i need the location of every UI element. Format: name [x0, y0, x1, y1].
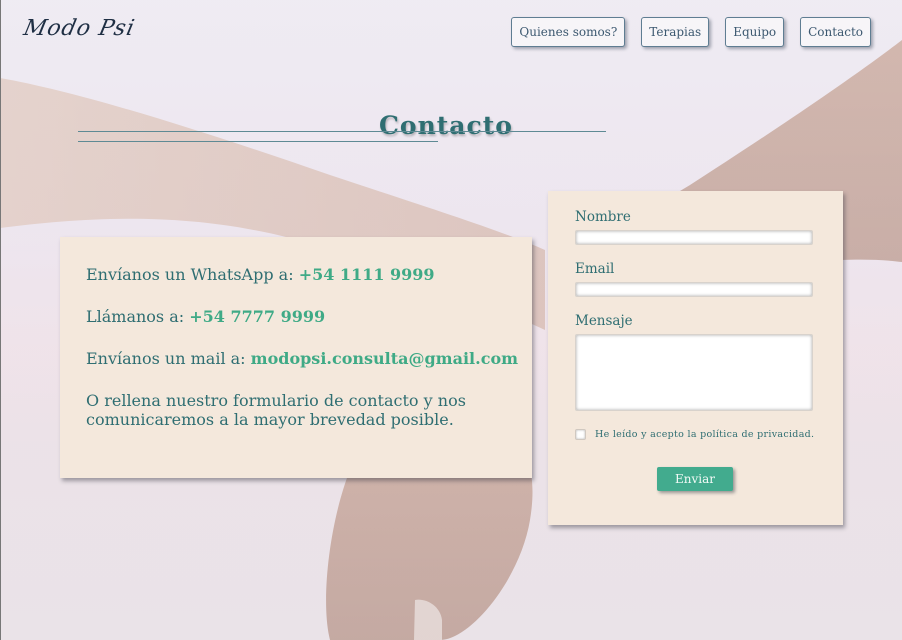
nav-terapias-button[interactable]: Terapias — [641, 17, 710, 47]
email-label: Email — [575, 261, 615, 277]
whatsapp-prefix: Envíanos un WhatsApp a: — [86, 265, 299, 284]
message-label: Mensaje — [575, 313, 633, 329]
nav-contacto-button[interactable]: Contacto — [800, 17, 871, 47]
top-navigation: Quienes somos? Terapias Equipo Contacto — [511, 17, 871, 47]
page-title: Contacto — [379, 110, 513, 140]
submit-button[interactable]: Enviar — [657, 467, 733, 491]
message-textarea[interactable] — [575, 334, 813, 411]
contact-info-card: Envíanos un WhatsApp a: +54 1111 9999 Ll… — [60, 237, 532, 478]
phone-number-link[interactable]: +54 7777 9999 — [189, 307, 325, 326]
email-input[interactable] — [575, 282, 813, 297]
privacy-checkbox[interactable] — [575, 429, 586, 440]
phone-line: Llámanos a: +54 7777 9999 — [86, 307, 506, 327]
mail-prefix: Envíanos un mail a: — [86, 349, 251, 368]
brand-logo[interactable]: Modo Psi — [21, 16, 137, 41]
whatsapp-number-link[interactable]: +54 1111 9999 — [299, 265, 435, 284]
mail-line: Envíanos un mail a: modopsi.consulta@gma… — [86, 349, 518, 369]
name-input[interactable] — [575, 230, 813, 245]
phone-prefix: Llámanos a: — [86, 307, 190, 326]
closing-text: O rellena nuestro formulario de contacto… — [86, 391, 466, 429]
name-label: Nombre — [575, 209, 631, 225]
title-underline-long — [78, 131, 606, 132]
contact-form: Nombre Email Mensaje He leído y acepto l… — [548, 191, 843, 525]
nav-quienes-somos-button[interactable]: Quienes somos? — [511, 17, 626, 47]
mail-address-link[interactable]: modopsi.consulta@gmail.com — [251, 349, 518, 368]
nav-equipo-button[interactable]: Equipo — [725, 17, 785, 47]
privacy-row: He leído y acepto la política de privaci… — [575, 429, 815, 440]
page-left-border — [0, 0, 1, 640]
whatsapp-line: Envíanos un WhatsApp a: +54 1111 9999 — [86, 265, 506, 285]
title-underline-short — [78, 141, 438, 142]
privacy-label: He leído y acepto la política de privaci… — [595, 429, 815, 440]
